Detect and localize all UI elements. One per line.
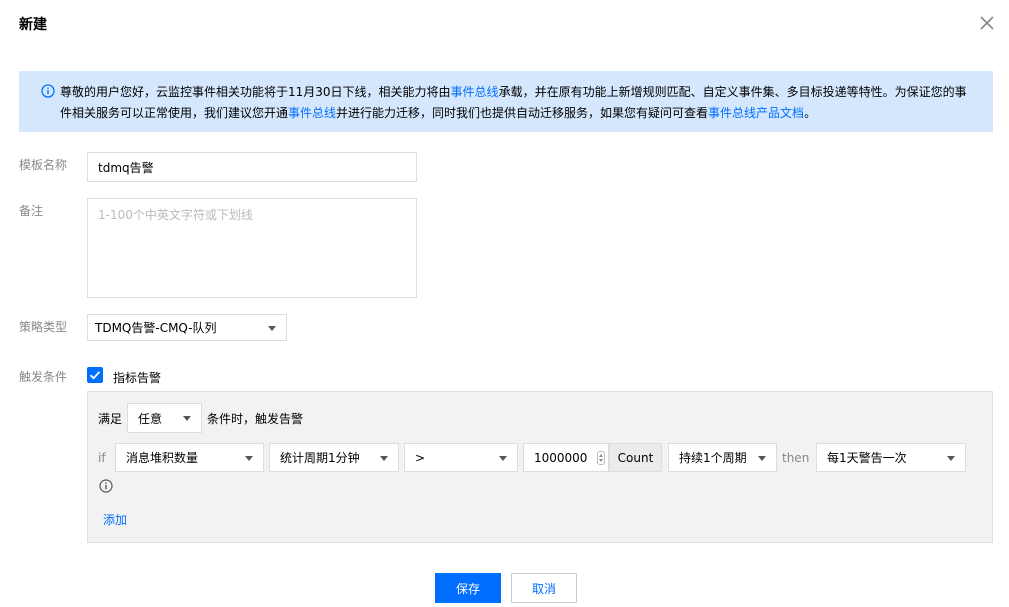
policy-type-value: TDMQ告警-CMQ-队列: [95, 321, 217, 335]
save-button[interactable]: 保存: [435, 573, 501, 603]
policy-type-select[interactable]: TDMQ告警-CMQ-队列: [87, 314, 287, 341]
event-bus-doc-link[interactable]: 事件总线产品文档: [708, 106, 804, 120]
close-icon[interactable]: [976, 12, 998, 34]
satisfy-select[interactable]: 任意: [127, 403, 202, 433]
period-select[interactable]: 统计周期1分钟: [269, 443, 399, 472]
frequency-select[interactable]: 每1天警告一次: [816, 443, 966, 472]
trigger-condition-label: 触发条件: [19, 370, 68, 384]
duration-select[interactable]: 持续1个周期: [668, 443, 777, 472]
chevron-down-icon: [183, 416, 191, 421]
satisfy-value: 任意: [138, 411, 163, 426]
chevron-down-icon: [947, 455, 955, 461]
threshold-value: 1000000: [534, 450, 588, 465]
cancel-button[interactable]: 取消: [511, 573, 577, 603]
info-icon[interactable]: [99, 479, 113, 493]
template-name-input[interactable]: tdmq告警: [87, 152, 417, 182]
satisfy-suffix: 条件时，触发告警: [207, 412, 304, 426]
period-value: 统计周期1分钟: [280, 451, 360, 465]
info-icon: [41, 84, 55, 98]
operator-value: >: [415, 450, 426, 465]
operator-select[interactable]: >: [404, 443, 518, 472]
metric-alarm-checkbox[interactable]: [87, 367, 103, 383]
event-bus-link-1[interactable]: 事件总线: [451, 85, 499, 99]
event-bus-link-2[interactable]: 事件总线: [288, 106, 336, 120]
metric-select[interactable]: 消息堆积数量: [115, 443, 264, 472]
template-name-label: 模板名称: [19, 158, 68, 172]
policy-type-label: 策略类型: [19, 320, 68, 334]
notice-text-1: 尊敬的用户您好，云监控事件相关功能将于11月30日下线，相关能力将由: [60, 85, 451, 99]
chevron-down-icon: [245, 455, 253, 461]
metric-alarm-label: 指标告警: [113, 371, 162, 385]
then-label: then: [782, 451, 810, 465]
remark-textarea[interactable]: 1-100个中英文字符或下划线: [87, 198, 417, 298]
chevron-down-icon: [268, 325, 276, 331]
threshold-input[interactable]: 1000000: [523, 443, 609, 472]
chevron-down-icon: [499, 455, 507, 461]
frequency-value: 每1天警告一次: [827, 451, 907, 465]
unit-addon: Count: [609, 443, 662, 472]
metric-value: 消息堆积数量: [126, 451, 199, 465]
chevron-down-icon: [758, 455, 766, 461]
migration-notice: 尊敬的用户您好，云监控事件相关功能将于11月30日下线，相关能力将由事件总线承载…: [19, 71, 993, 132]
notice-text-4: 。: [804, 106, 817, 120]
remark-label: 备注: [19, 204, 44, 218]
notice-text-3: 并进行能力迁移，同时我们也提供自动迁移服务，如果您有疑问可查看: [336, 106, 709, 120]
dialog-title: 新建: [19, 17, 47, 33]
stepper-icon[interactable]: [597, 451, 605, 465]
duration-value: 持续1个周期: [679, 451, 747, 465]
add-condition-link[interactable]: 添加: [103, 511, 127, 528]
if-label: if: [98, 451, 106, 465]
satisfy-prefix: 满足: [98, 412, 123, 426]
chevron-down-icon: [380, 455, 388, 461]
